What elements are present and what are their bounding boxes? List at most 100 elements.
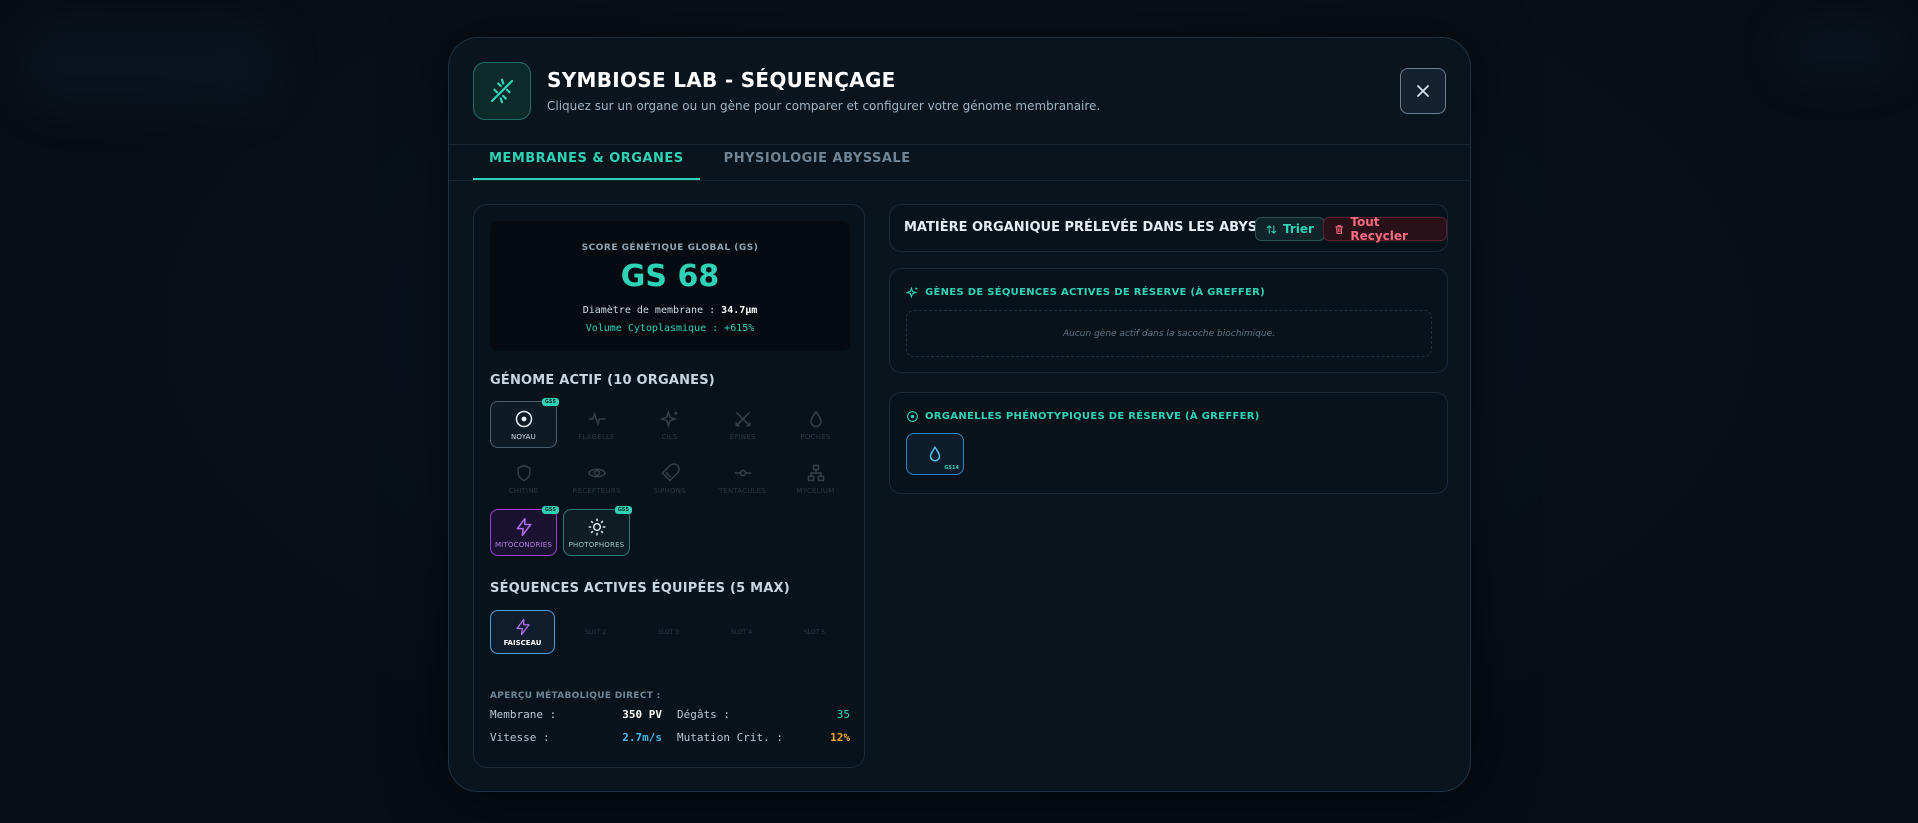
membrane-value: 350 PV [622,708,662,721]
organ-label: MITOCONDRIES [494,540,553,549]
sparkles-icon [906,286,918,299]
membrane-diameter: Diamètre de membrane : 34.7µm [490,305,850,316]
sequence-slot-1[interactable]: FAISCEAU [490,610,555,654]
genes-dropzone[interactable]: Aucun gène actif dans la sacoche biochim… [906,310,1432,357]
organ-recepteurs[interactable]: RÉCEPTEURS [563,455,630,502]
speed-value: 2.7m/s [622,731,662,744]
slot-label: SLOT 5 [803,628,826,636]
background-blur [1780,20,1900,80]
sequence-slot-2[interactable]: SLOT 2 [563,610,628,654]
gs-badge: GS5 [541,506,559,514]
metabolism-title: APERÇU MÉTABOLIQUE DIRECT : [490,691,661,701]
page-subtitle: Cliquez sur un organe ou un gène pour co… [547,99,1101,113]
organ-poches[interactable]: POCHES [782,401,849,448]
organ-flagelle[interactable]: FLAGELLE [563,401,630,448]
sequences-title: SÉQUENCES ACTIVES ÉQUIPÉES (5 MAX) [490,581,790,596]
organ-noyau[interactable]: GS5 NOYAU [490,398,559,448]
symbiose-lab-modal: SYMBIOSE LAB - SÉQUENÇAGE Cliquez sur un… [448,37,1471,792]
diameter-value: 34.7µm [721,305,758,316]
damage-value: 35 [836,708,850,721]
page-title: SYMBIOSE LAB - SÉQUENÇAGE [547,68,896,92]
organelles-reserve-card: ORGANELLES PHÉNOTYPIQUES DE RÉSERVE (À G… [889,392,1448,494]
magnet-icon [660,462,680,482]
droplet-icon [809,409,822,427]
modal-header: SYMBIOSE LAB - SÉQUENÇAGE Cliquez sur un… [473,62,1446,120]
organic-matter-bar: MATIÈRE ORGANIQUE PRÉLEVÉE DANS LES ABYS… [889,204,1448,252]
droplet-icon [929,445,941,462]
crit-value: 12% [830,731,850,744]
target-icon [515,410,532,427]
sort-icon [1266,224,1277,234]
background-blur [20,20,280,110]
organ-epines[interactable]: ÉPINES [709,401,776,448]
organ-label: FLAGELLE [578,432,615,441]
slot-label: SLOT 4 [730,628,753,636]
organelles-reserve-title: ORGANELLES PHÉNOTYPIQUES DE RÉSERVE (À G… [925,411,1260,422]
network-icon [807,464,824,481]
tabs-divider [449,180,1470,181]
diameter-label: Diamètre de membrane : [582,305,716,316]
tab-bar: MEMBRANES & ORGANES PHYSIOLOGIE ABYSSALE [473,145,927,181]
dna-logo-icon [473,62,531,120]
slot-label: FAISCEAU [503,638,542,647]
organ-label: NOYAU [510,432,536,441]
gs-badge: GS5 [614,506,632,514]
commit-icon [734,469,751,476]
organ-mycelium[interactable]: MYCÉLIUM [782,455,849,502]
organ-chitine[interactable]: CHITINE [490,455,557,502]
organ-label: CILS [661,432,678,441]
organ-mitocondries[interactable]: GS5 MITOCONDRIES [490,506,559,556]
organ-label: RÉCEPTEURS [572,486,621,495]
tab-membranes-organes[interactable]: MEMBRANES & ORGANES [473,145,700,180]
score-value: GS 68 [620,259,720,294]
organ-label: CHITINE [508,486,539,495]
sort-label: Trier [1283,222,1314,236]
shield-icon [516,464,531,481]
genetic-score-box: SCORE GÉNÉTIQUE GLOBAL (GS) GS 68 Diamèt… [490,221,850,351]
sort-button[interactable]: Trier [1255,217,1325,241]
organ-label: PHOTOPHORES [568,540,625,549]
lightning-icon [515,618,530,635]
organelles-reserve-header: ORGANELLES PHÉNOTYPIQUES DE RÉSERVE (À G… [906,410,1260,423]
speed-label: Vitesse : [490,731,550,744]
tab-physiologie-abyssale[interactable]: PHYSIOLOGIE ABYSSALE [708,145,927,180]
sparkles-icon [659,409,677,428]
organ-label: TENTACULES [718,486,767,495]
gs-tag: GS14 [944,465,959,471]
sequence-slot-5[interactable]: SLOT 5 [782,610,847,654]
genes-reserve-card: GÈNES DE SÉQUENCES ACTIVES DE RÉSERVE (À… [889,268,1448,373]
reserve-organelle-item[interactable]: GS14 [906,433,964,475]
organ-siphons[interactable]: SIPHONS [636,455,703,502]
organ-label: SIPHONS [653,486,686,495]
organ-photophores[interactable]: GS5 PHOTOPHORES [563,506,632,556]
organ-label: ÉPINES [729,432,756,441]
crossed-swords-icon [735,411,750,426]
recycle-all-button[interactable]: Tout Recycler [1323,215,1447,243]
sequence-slot-4[interactable]: SLOT 4 [709,610,774,654]
organ-tentacules[interactable]: TENTACULES [709,455,776,502]
target-icon [907,411,918,422]
genome-panel: SCORE GÉNÉTIQUE GLOBAL (GS) GS 68 Diamèt… [473,204,865,768]
genome-title: GÉNOME ACTIF (10 ORGANES) [490,373,715,388]
recycle-label: Tout Recycler [1350,215,1408,243]
slot-label: SLOT 2 [584,628,607,636]
cytoplasmic-volume: Volume Cytoplasmique : +615% [585,323,755,334]
close-button[interactable] [1400,68,1446,114]
membrane-label: Membrane : [490,708,557,721]
genes-reserve-title: GÈNES DE SÉQUENCES ACTIVES DE RÉSERVE (À… [925,287,1266,298]
pulse-icon [588,411,605,426]
organic-matter-title: MATIÈRE ORGANIQUE PRÉLEVÉE DANS LES ABYS… [904,220,1310,235]
crit-label: Mutation Crit. : [677,731,783,744]
lightning-icon [516,517,531,536]
organ-label: MYCÉLIUM [796,486,835,495]
close-icon [1417,85,1429,97]
sequence-slot-3[interactable]: SLOT 3 [636,610,701,654]
organ-cils[interactable]: CILS [636,401,703,448]
organ-label: POCHES [800,432,831,441]
genes-reserve-header: GÈNES DE SÉQUENCES ACTIVES DE RÉSERVE (À… [906,286,1265,299]
trash-icon [1335,224,1344,234]
damage-label: Dégâts : [677,708,730,721]
sun-icon [588,518,605,535]
eye-icon [587,468,606,477]
gs-badge: GS5 [541,398,559,406]
